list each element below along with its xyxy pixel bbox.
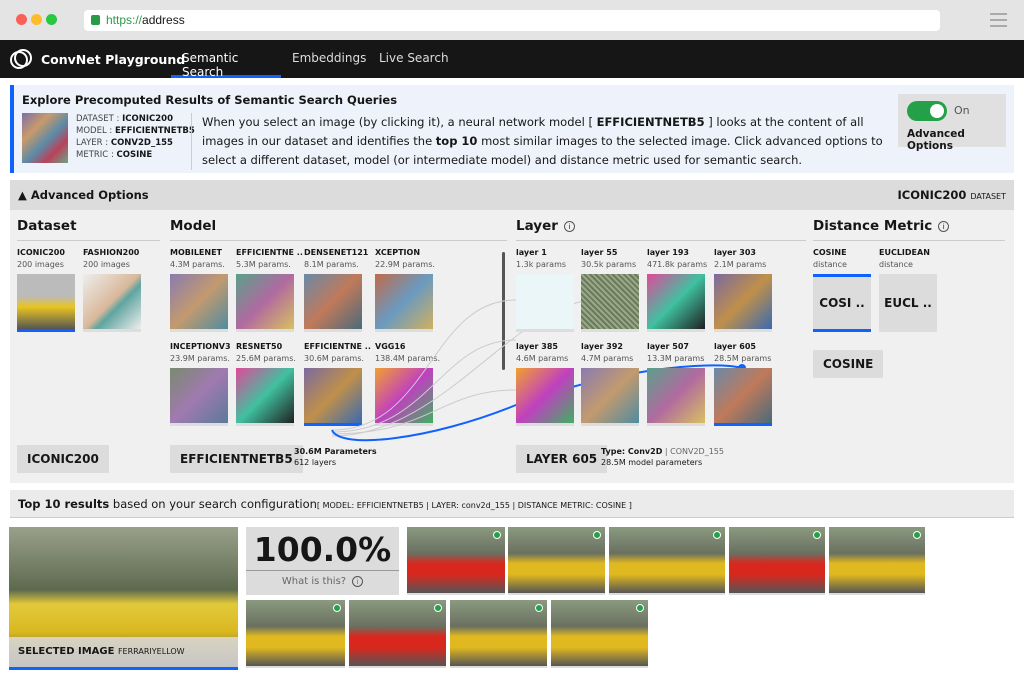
maximize-window-button[interactable]: [46, 14, 57, 25]
url-scheme: https://: [106, 13, 143, 27]
layer-option[interactable]: layer 55 30.5k params: [581, 248, 641, 332]
result-image[interactable]: [508, 527, 605, 595]
info-banner: Explore Precomputed Results of Semantic …: [10, 85, 1014, 173]
metric-option[interactable]: EUCLIDEAN distance EUCL ..: [879, 248, 939, 332]
logo-icon: [10, 49, 32, 69]
option-sub: distance: [813, 260, 847, 269]
banner-title: Explore Precomputed Results of Semantic …: [22, 93, 398, 107]
result-image[interactable]: [829, 527, 925, 595]
metric-option[interactable]: COSINE distance COSI ..: [813, 248, 873, 332]
what-is-this-link[interactable]: What is this? i: [246, 571, 399, 593]
score-value: 100.0%: [246, 527, 399, 571]
info-icon[interactable]: i: [938, 220, 950, 232]
layer-option[interactable]: layer 193 471.8k params: [647, 248, 707, 332]
selected-image[interactable]: SELECTED IMAGE FERRARIYELLOW: [9, 527, 238, 670]
option-sub: 28.5M params: [714, 354, 772, 363]
option-thumbnail[interactable]: COSI ..: [813, 274, 871, 332]
browser-chrome: https://address: [0, 0, 1024, 40]
option-thumbnail[interactable]: EUCL ..: [879, 274, 937, 332]
match-indicator-icon: [813, 531, 821, 539]
hamburger-menu-icon[interactable]: [990, 13, 1007, 27]
layer-option[interactable]: layer 1 1.3k params: [516, 248, 576, 332]
url-host: address: [142, 13, 185, 27]
option-sub: 30.5k params: [581, 260, 637, 269]
option-sub: 13.3M params: [647, 354, 705, 363]
option-name: layer 55: [581, 248, 618, 257]
option-thumbnail[interactable]: [647, 368, 705, 426]
option-sub: 471.8k params: [647, 260, 708, 269]
toggle-label: Advanced Options: [907, 128, 965, 152]
address-bar[interactable]: https://address: [84, 10, 940, 31]
app-title: ConvNet Playground: [41, 52, 186, 67]
selected-model-thumbnail: [22, 113, 68, 163]
match-indicator-icon: [493, 531, 501, 539]
layer-option[interactable]: layer 303 2.1M params: [714, 248, 774, 332]
layer-option[interactable]: layer 507 13.3M params: [647, 342, 707, 426]
option-name: COSINE: [813, 248, 847, 257]
layer-option[interactable]: layer 605 28.5M params: [714, 342, 774, 426]
option-name: layer 1: [516, 248, 547, 257]
option-sub: 2.1M params: [714, 260, 767, 269]
result-image[interactable]: [551, 600, 648, 668]
match-indicator-icon: [913, 531, 921, 539]
lock-icon: [91, 15, 100, 25]
option-name: layer 385: [516, 342, 558, 351]
option-thumbnail[interactable]: [714, 368, 772, 426]
toggle-state: On: [954, 104, 970, 117]
match-indicator-icon: [713, 531, 721, 539]
result-image[interactable]: [246, 600, 345, 668]
option-name: layer 507: [647, 342, 689, 351]
toggle-switch[interactable]: [907, 101, 947, 121]
match-indicator-icon: [434, 604, 442, 612]
results-summary: Top 10 results based on your search conf…: [10, 490, 1014, 518]
result-image[interactable]: [407, 527, 505, 595]
option-thumbnail[interactable]: [516, 274, 574, 332]
layer-heading: Layer i: [516, 218, 575, 234]
option-thumbnail[interactable]: [581, 274, 639, 332]
option-thumbnail[interactable]: [714, 274, 772, 332]
result-image[interactable]: [349, 600, 446, 668]
tab-embeddings[interactable]: Embeddings: [292, 51, 366, 78]
option-name: layer 303: [714, 248, 756, 257]
option-name: EUCLIDEAN: [879, 248, 930, 257]
advanced-options-panel: ▲ Advanced Options ICONIC200 DATASET Dat…: [10, 180, 1014, 483]
top-nav: ConvNet Playground Semantic Search Embed…: [0, 40, 1024, 79]
option-sub: distance: [879, 260, 913, 269]
config-summary: DATASET : ICONIC200 MODEL : EFFICIENTNET…: [76, 114, 195, 160]
option-sub: 4.6M params: [516, 354, 569, 363]
option-name: layer 193: [647, 248, 689, 257]
option-name: layer 392: [581, 342, 623, 351]
match-indicator-icon: [593, 531, 601, 539]
result-image[interactable]: [609, 527, 725, 595]
match-indicator-icon: [535, 604, 543, 612]
minimize-window-button[interactable]: [31, 14, 42, 25]
layer-select-button[interactable]: LAYER 605: [516, 445, 608, 473]
selected-image-caption: SELECTED IMAGE FERRARIYELLOW: [9, 637, 238, 667]
match-indicator-icon: [636, 604, 644, 612]
tab-live-search[interactable]: Live Search: [379, 51, 449, 78]
metric-select-button[interactable]: COSINE: [813, 350, 884, 378]
info-icon[interactable]: i: [563, 220, 575, 232]
option-thumbnail[interactable]: [581, 368, 639, 426]
option-sub: 1.3k params: [516, 260, 567, 269]
result-image[interactable]: [450, 600, 547, 668]
similarity-score: 100.0% What is this? i: [246, 527, 399, 595]
close-window-button[interactable]: [16, 14, 27, 25]
distance-metric-heading: Distance Metric i: [813, 218, 950, 234]
advanced-options-toggle[interactable]: On Advanced Options: [898, 94, 1006, 152]
layer-option[interactable]: layer 392 4.7M params: [581, 342, 641, 426]
match-indicator-icon: [333, 604, 341, 612]
option-thumbnail[interactable]: [647, 274, 705, 332]
tab-semantic-search[interactable]: Semantic Search: [171, 51, 281, 79]
option-name: layer 605: [714, 342, 756, 351]
option-thumbnail[interactable]: [516, 368, 574, 426]
result-image[interactable]: [729, 527, 825, 595]
option-sub: 4.7M params: [581, 354, 634, 363]
banner-description: When you select an image (by clicking it…: [191, 113, 891, 170]
layer-option[interactable]: layer 385 4.6M params: [516, 342, 576, 426]
